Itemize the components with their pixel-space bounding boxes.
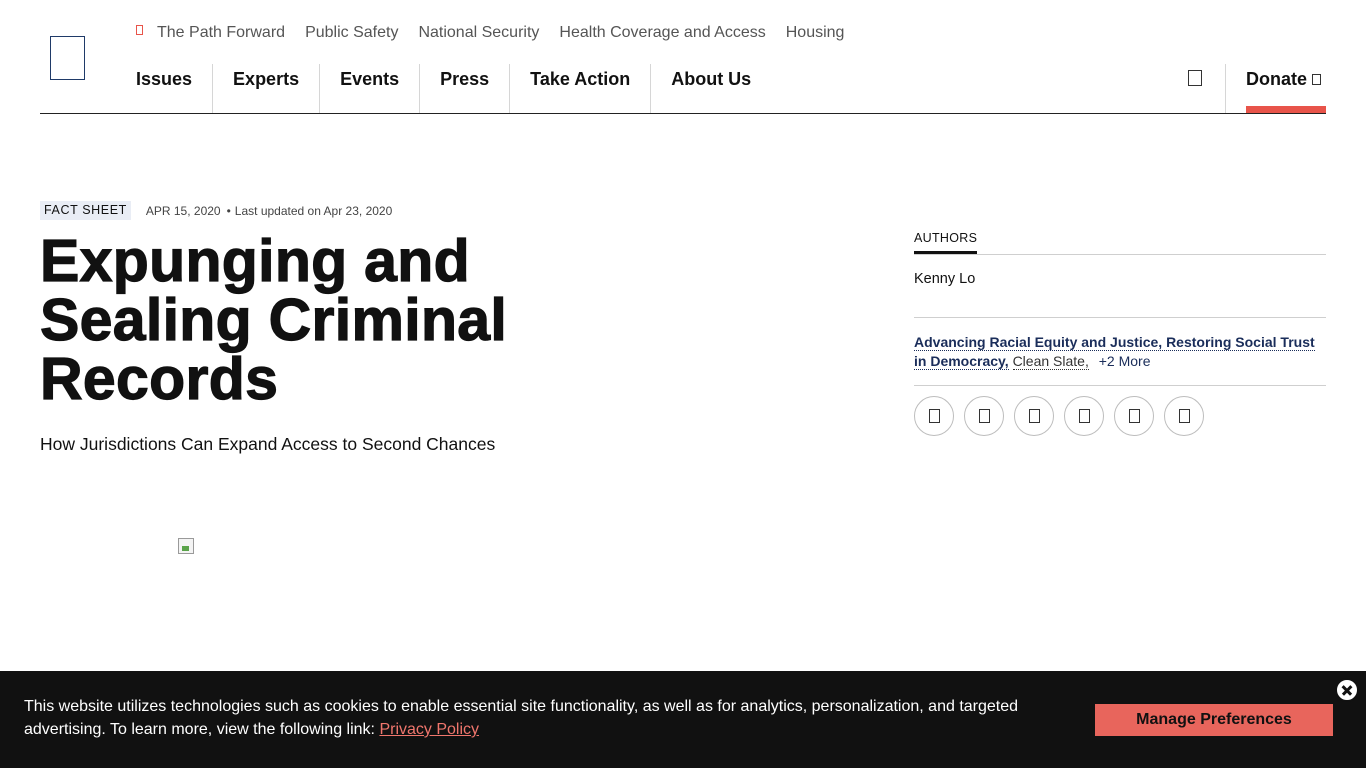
heart-icon (1312, 74, 1322, 85)
share-icon (1028, 409, 1040, 423)
share-icon (928, 409, 940, 423)
main-nav: Issues Experts Events Press Take Action … (136, 64, 771, 114)
share-button[interactable] (914, 396, 954, 436)
nav-experts[interactable]: Experts (213, 64, 321, 114)
nav-divider (1225, 64, 1226, 113)
nav-issues[interactable]: Issues (136, 64, 214, 114)
authors-label: AUTHORS (914, 231, 978, 254)
share-icon (1178, 409, 1190, 423)
donate-label: Donate (1246, 69, 1308, 89)
share-icon (1078, 409, 1090, 423)
sidebar-divider (914, 317, 1326, 318)
search-icon[interactable] (1188, 70, 1202, 86)
page-title: Expunging and Sealing Criminal Records (39, 228, 508, 412)
top-nav-national-security[interactable]: National Security (418, 24, 539, 42)
top-nav: The Path Forward Public Safety National … (136, 22, 864, 44)
nav-about-us[interactable]: About Us (651, 64, 771, 114)
publish-date: APR 15, 2020 (145, 203, 221, 218)
topics-more-button[interactable]: +2 More (1099, 353, 1151, 369)
topic-list: Advancing Racial Equity and Justice, Res… (914, 333, 1326, 371)
share-button[interactable] (1014, 396, 1054, 436)
top-nav-health-coverage[interactable]: Health Coverage and Access (559, 24, 765, 42)
flag-icon (136, 25, 143, 35)
author-name[interactable]: Kenny Lo (914, 271, 975, 287)
article-meta: FACT SHEET APR 15, 2020 • Last updated o… (40, 201, 392, 220)
cookie-message: This website utilizes technologies such … (24, 698, 1019, 738)
top-nav-path-forward[interactable]: The Path Forward (157, 24, 285, 42)
share-icon (1128, 409, 1140, 423)
cookie-banner: This website utilizes technologies such … (0, 671, 1366, 768)
site-logo[interactable] (50, 36, 85, 80)
nav-press[interactable]: Press (420, 64, 511, 114)
page-subtitle: How Jurisdictions Can Expand Access to S… (40, 434, 496, 454)
meta-separator: • (226, 203, 231, 218)
top-nav-public-safety[interactable]: Public Safety (305, 24, 398, 42)
header-divider (40, 113, 1326, 114)
close-icon[interactable] (1335, 678, 1359, 702)
top-nav-housing[interactable]: Housing (786, 24, 845, 42)
share-buttons (914, 396, 1214, 436)
sidebar-divider (914, 385, 1326, 386)
share-button[interactable] (1114, 396, 1154, 436)
share-button[interactable] (1164, 396, 1204, 436)
topic-link-clean-slate[interactable]: Clean Slate, (1012, 353, 1089, 370)
sidebar-divider (914, 254, 1326, 255)
share-icon (978, 409, 990, 423)
broken-image-icon (178, 538, 194, 554)
nav-events[interactable]: Events (320, 64, 421, 114)
share-button[interactable] (1064, 396, 1104, 436)
share-button[interactable] (964, 396, 1004, 436)
nav-take-action[interactable]: Take Action (510, 64, 652, 114)
content-type-badge[interactable]: FACT SHEET (40, 201, 131, 220)
cookie-text: This website utilizes technologies such … (24, 695, 1054, 741)
manage-preferences-button[interactable]: Manage Preferences (1095, 704, 1333, 736)
privacy-policy-link[interactable]: Privacy Policy (379, 721, 479, 738)
updated-date: Last updated on Apr 23, 2020 (234, 203, 393, 218)
